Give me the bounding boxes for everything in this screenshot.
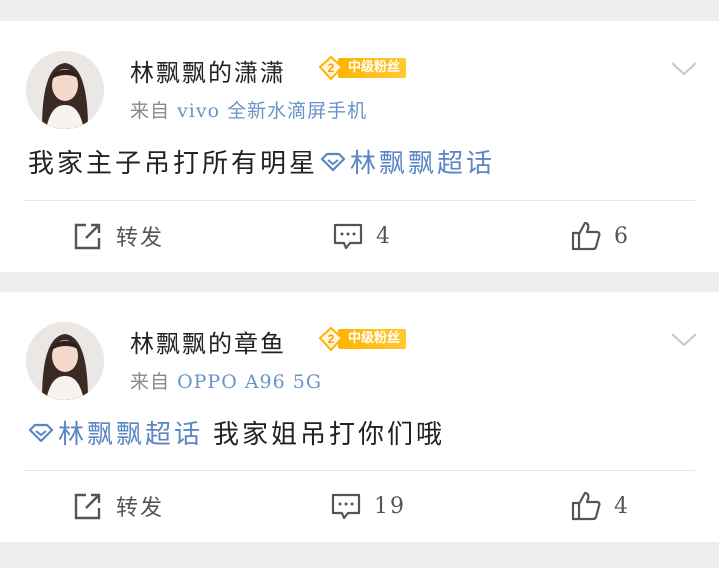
post-card[interactable]: 林飘飘的章鱼 2 中级粉丝 来自 OPPO A96 5G 林飘飘超话 我家姐吊打… (0, 292, 719, 542)
repost-button[interactable]: 转发 (72, 490, 164, 522)
source-device[interactable]: OPPO A96 5G (177, 371, 322, 393)
source-prefix: 来自 (130, 100, 171, 122)
topic-link[interactable]: 林飘飘超话 (26, 414, 203, 451)
avatar[interactable] (26, 322, 104, 400)
topic-diamond-icon (28, 423, 54, 442)
fan-level-badge[interactable]: 2 中级粉丝 (318, 55, 407, 81)
post-text-after: 我家姐吊打你们哦 (213, 420, 446, 450)
repost-label: 转发 (116, 496, 165, 521)
comment-count: 19 (374, 493, 406, 519)
post-source: 来自 vivo 全新水滴屏手机 (130, 96, 367, 123)
like-button[interactable]: 6 (570, 220, 630, 252)
comment-icon (331, 493, 361, 520)
username[interactable]: 林飘飘的章鱼 (130, 324, 286, 359)
topic-label[interactable]: 林飘飘超话 (350, 143, 495, 180)
comment-count: 4 (376, 223, 392, 249)
diamond-badge-icon: 2 (318, 55, 344, 81)
fan-badge-label: 中级粉丝 (338, 58, 407, 78)
chevron-down-icon[interactable] (669, 330, 699, 350)
source-device[interactable]: vivo 全新水滴屏手机 (177, 100, 367, 122)
post-source: 来自 OPPO A96 5G (130, 367, 322, 394)
like-count: 6 (614, 223, 630, 249)
repost-icon (74, 223, 101, 250)
post-card[interactable]: 林飘飘的潇潇 2 中级粉丝 来自 vivo 全新水滴屏手机 我家主子吊打所有明星… (0, 21, 719, 272)
comment-button[interactable]: 4 (332, 220, 392, 252)
divider (24, 200, 695, 201)
like-icon (571, 221, 601, 251)
source-prefix: 来自 (130, 371, 171, 393)
topic-label[interactable]: 林飘飘超话 (58, 414, 203, 451)
topic-link[interactable]: 林飘飘超话 (318, 143, 495, 180)
fan-level-badge[interactable]: 2 中级粉丝 (318, 326, 407, 352)
repost-label: 转发 (116, 226, 165, 251)
topic-diamond-icon (320, 152, 346, 171)
fan-badge-level: 2 (328, 61, 335, 75)
repost-button[interactable]: 转发 (72, 220, 164, 252)
fan-badge-label: 中级粉丝 (338, 329, 407, 349)
like-button[interactable]: 4 (570, 490, 630, 522)
comment-button[interactable]: 19 (330, 490, 406, 522)
chevron-down-icon[interactable] (669, 59, 699, 79)
post-text-before: 我家主子吊打所有明星 (28, 149, 319, 179)
repost-icon (74, 493, 101, 520)
like-count: 4 (614, 493, 630, 519)
post-text: 林飘飘超话 我家姐吊打你们哦 (26, 414, 445, 451)
comment-icon (333, 223, 363, 250)
like-icon (571, 491, 601, 521)
divider (24, 470, 695, 471)
diamond-badge-icon: 2 (318, 326, 344, 352)
avatar[interactable] (26, 51, 104, 129)
username[interactable]: 林飘飘的潇潇 (130, 53, 286, 88)
fan-badge-level: 2 (328, 332, 335, 346)
post-text: 我家主子吊打所有明星 林飘飘超话 (28, 143, 495, 180)
